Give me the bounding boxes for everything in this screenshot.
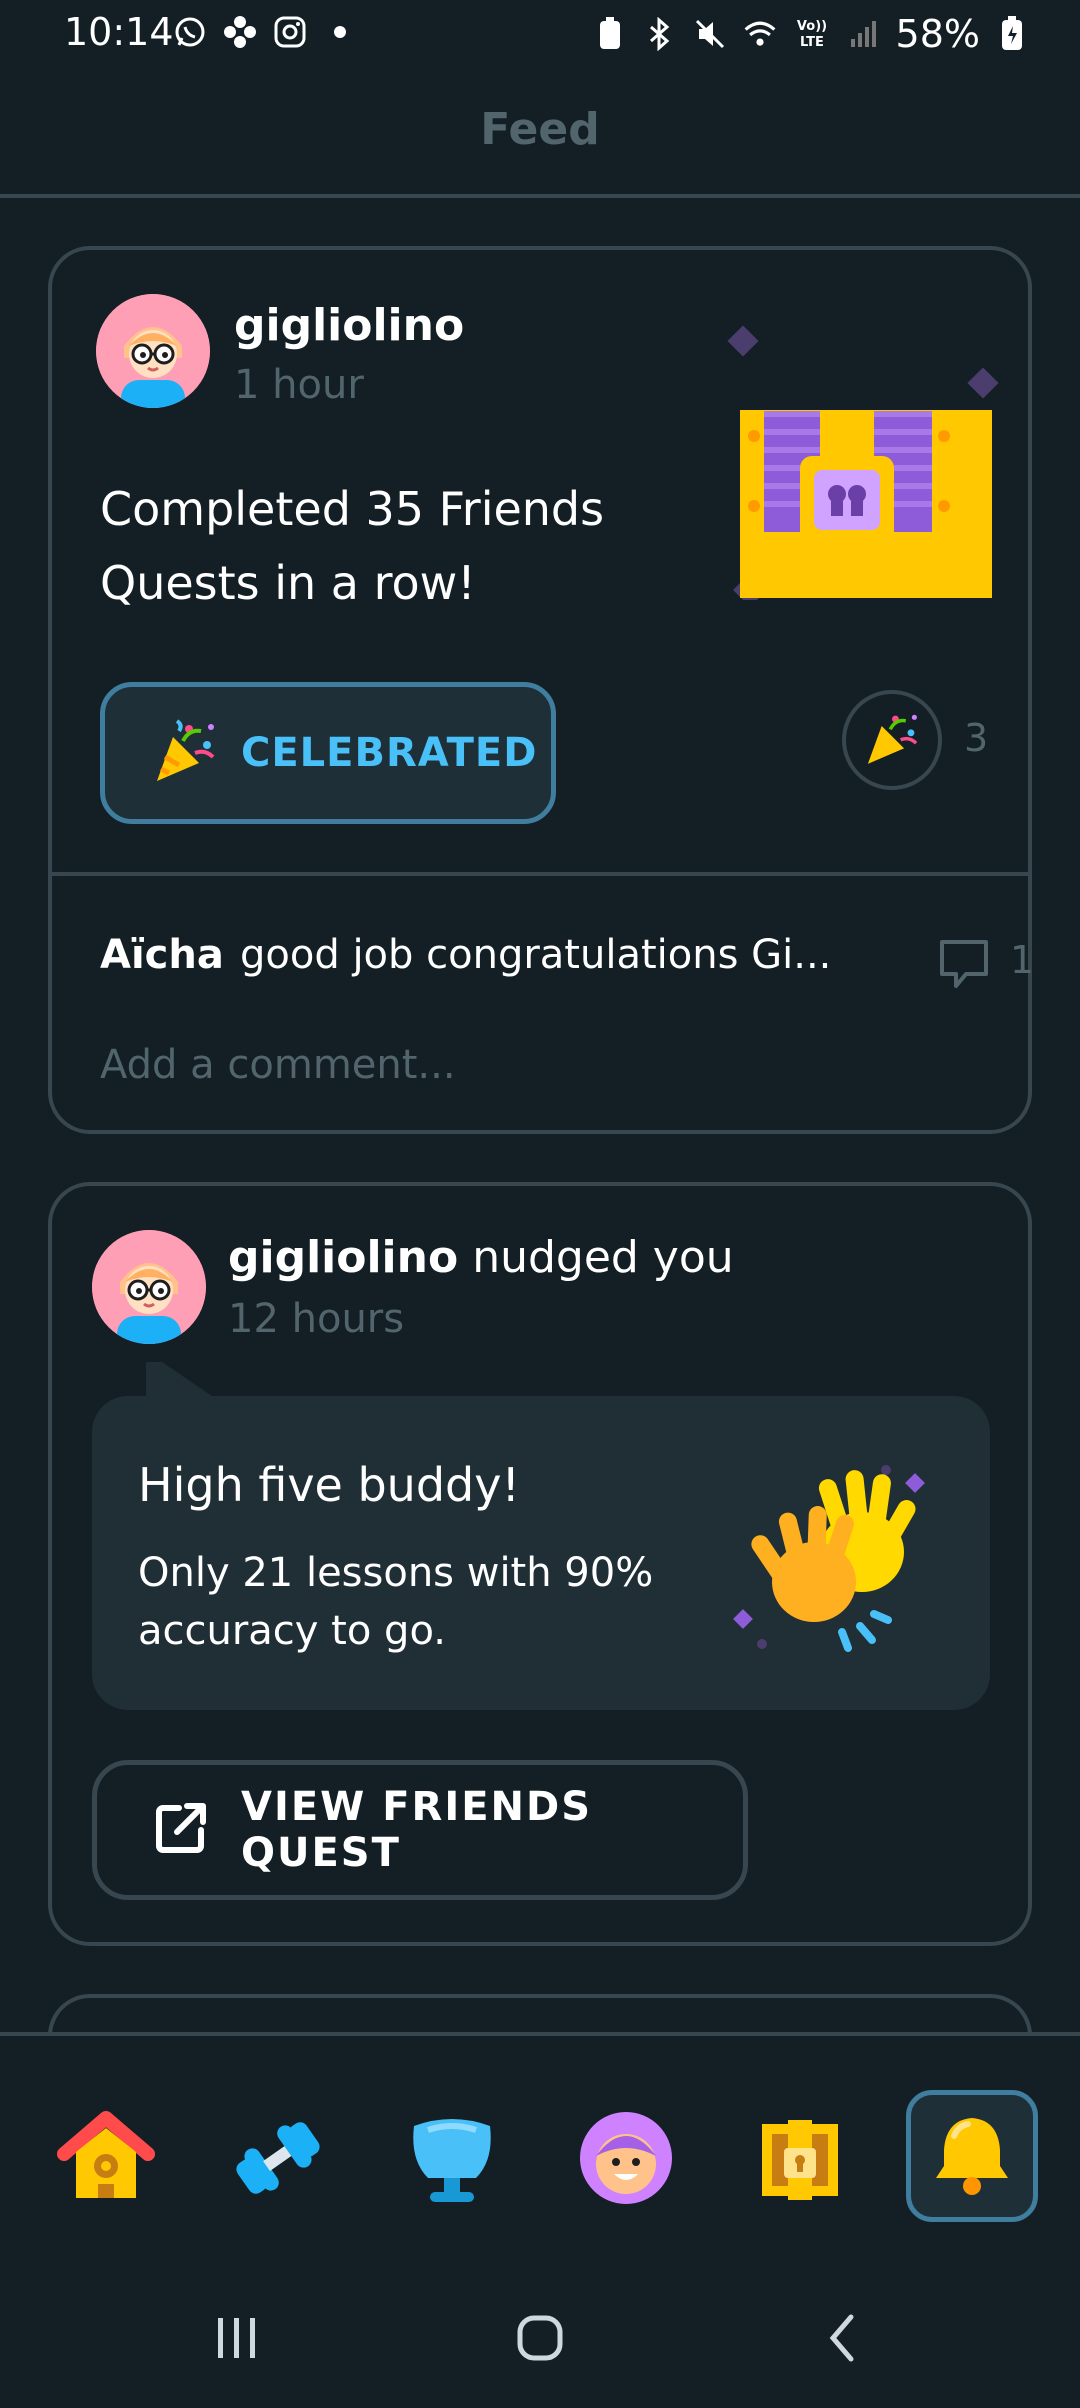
feed-header: Feed [0,90,1080,200]
feed-card-quest-streak: gigliolino 1 hour Completed 35 Friends Q… [48,246,1034,1134]
bubble-body: Only 21 lessons with 90% accuracy to go. [138,1550,654,1654]
tab-notifications[interactable] [906,2090,1038,2222]
post-action: nudged you [472,1232,734,1283]
battery-percent: 58% [895,12,980,56]
home-button[interactable] [505,2310,575,2370]
wifi-icon [742,16,778,52]
party-popper-icon [861,707,923,773]
reactions-button[interactable] [842,690,942,790]
tab-home[interactable] [42,2096,170,2224]
status-notification-icons [172,14,358,50]
home-icon [54,2106,158,2214]
comment-author: Aïcha [100,932,224,978]
whatsapp-icon [172,14,208,50]
dot-icon [322,14,358,50]
page-title: Feed [480,104,600,155]
reaction-count: 3 [964,716,989,760]
status-bar: 10:14 Vo)) LTE 58% [0,0,1080,72]
nudge-message-bubble: High five buddy! Only 21 lessons with 90… [92,1362,990,1710]
comment-bubble-icon[interactable] [936,936,992,992]
post-time: 1 hour [234,362,364,408]
tab-practice[interactable] [214,2096,342,2224]
avatar[interactable] [96,294,210,408]
post-username[interactable]: gigliolino [234,300,464,351]
latest-comment[interactable]: Aïcha good job congratulations Gi... 1 [100,932,1034,992]
volte-icon: Vo)) LTE [792,16,832,52]
post-message-line: Completed 35 Friends [100,482,605,536]
league-shield-icon [400,2106,504,2214]
bluetooth-icon [642,16,678,52]
instagram-icon [272,14,308,50]
high-five-hands-illustration [722,1462,962,1662]
back-chevron-icon [823,2313,863,2367]
comment-count: 1 [1010,938,1035,982]
external-link-icon [153,1800,209,1860]
view-friends-quest-button[interactable]: VIEW FRIENDS QUEST [92,1760,748,1900]
profile-icon [574,2106,678,2214]
add-comment-input[interactable]: Add a comment... [100,1042,456,1088]
chest-icon [748,2106,852,2214]
post-message: Completed 35 Friends Quests in a row! [100,472,604,620]
status-time: 10:14 [64,10,174,54]
avatar[interactable] [92,1230,206,1344]
post-username[interactable]: gigliolino [228,1232,458,1283]
status-system-icons: Vo)) LTE 58% [592,12,1030,56]
flower-icon [222,14,258,50]
card-divider [52,872,1028,876]
bubble-title: High five buddy! [138,1458,520,1512]
post-message-line: Quests in a row! [100,556,476,610]
feed-card-nudge: gigliolino nudged you 12 hours High five… [48,1182,1032,1946]
celebrate-label: CELEBRATED [241,730,538,776]
svg-text:LTE: LTE [800,35,824,50]
tab-profile[interactable] [562,2096,690,2224]
signal-icon [846,16,882,52]
recent-apps-button[interactable] [202,2310,272,2370]
system-navigation-bar [0,2262,1080,2408]
tab-leaderboard[interactable] [388,2096,516,2224]
back-button[interactable] [808,2310,878,2370]
recent-apps-icon [212,2316,262,2364]
mute-icon [692,16,728,52]
party-popper-icon [149,715,221,791]
battery-saver-icon [592,16,628,52]
post-time: 12 hours [228,1296,405,1342]
comment-text: good job congratulations Gi... [240,932,832,978]
bubble-tail [146,1362,212,1396]
treasure-chest-illustration [672,310,1032,607]
bell-icon [924,2106,1020,2206]
celebrate-button[interactable]: CELEBRATED [100,682,556,824]
svg-text:Vo)): Vo)) [796,19,826,34]
nudge-headline: gigliolino nudged you [228,1232,734,1283]
tab-shop[interactable] [736,2096,864,2224]
header-divider [0,194,1080,198]
dumbbell-icon [226,2106,330,2214]
view-friends-quest-label: VIEW FRIENDS QUEST [241,1784,593,1876]
home-circle-icon [515,2313,565,2367]
bottom-tab-bar [0,2032,1080,2266]
battery-icon [994,16,1030,52]
